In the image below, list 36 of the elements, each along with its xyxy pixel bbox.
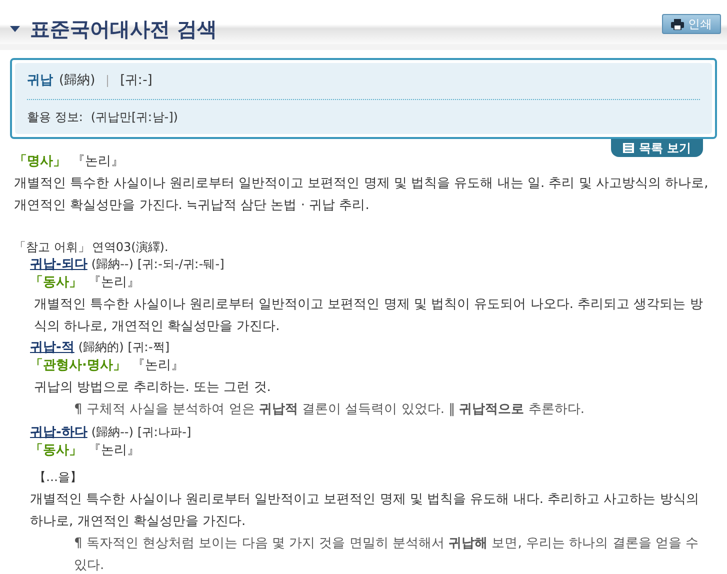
field-label: 『논리』 (132, 356, 184, 374)
hanja-text: (歸納--) (91, 424, 134, 440)
field-label: 『논리』 (88, 274, 140, 292)
example-text: ¶ 독자적인 현상처럼 보이는 다음 몇 가지 것을 면밀히 분석해서 귀납해 보면, 우리는 하나의 결론을 얻을 수 있다. (73, 534, 700, 574)
hanja-text: (歸納的) (78, 338, 124, 356)
hanja-text: (歸納) (59, 72, 96, 90)
field-label: 『논리』 (72, 152, 124, 170)
printer-icon (671, 18, 684, 30)
definition-text: 개별적인 특수한 사실이나 원리로부터 일반적이고 보편적인 명제 및 법칙을 유도해 내다. 추리하고 사고하는 방식의 하나로, 개연적인 확실성만을 가진다. (29, 490, 700, 530)
derivative-link[interactable]: 귀납-되다 (30, 256, 88, 274)
part-of-speech: 「명사」 (14, 152, 66, 170)
page-title: 표준국어대사전 검색 (30, 16, 217, 43)
conjugation-text: (귀납만[귀ː남-]) (90, 108, 178, 126)
conjugation-label: 활용 정보: (27, 108, 83, 126)
pronunciation-text: [귀ː나파-] (137, 424, 192, 440)
caret-icon (10, 26, 20, 32)
part-of-speech: 「관형사·명사」 (30, 356, 126, 374)
headword: 귀납 (27, 72, 53, 90)
pattern-text: 【…을】 (34, 470, 82, 484)
list-icon (622, 142, 634, 152)
reference-text: 연역03(演繹). (92, 238, 168, 254)
part-of-speech: 「동사」 (30, 442, 82, 460)
example-text: ¶ 구체적 사실을 분석하여 얻은 귀납적 결론이 설득력이 있었다. ‖ 귀납적으로 추론하다. (73, 400, 586, 418)
list-view-tab[interactable]: 목록 보기 (610, 138, 703, 156)
derivative-link[interactable]: 귀납-하다 (30, 424, 88, 442)
hanja-text: (歸納--) (91, 256, 134, 272)
reference-label: 「참고 어휘」 (14, 238, 90, 254)
pronunciation-text: [귀ː-쩍] (128, 338, 170, 356)
pronunciation-text: [귀ː-되-/귀ː-뒈-] (137, 256, 224, 272)
definition-text: 개별적인 특수한 사실이나 원리로부터 일반적이고 보편적인 명제 및 법칙을 유도해 내는 일. 추리 및 사고방식의 하나로, 개연적인 확실성만을 가진다. ≒귀납적 삼단 논법 · 귀납 추리. (14, 174, 710, 214)
definition-text: 귀납의 방법으로 추리하는. 또는 그런 것. (33, 378, 272, 396)
pronunciation-text: [귀ː-] (120, 72, 152, 90)
part-of-speech: 「동사」 (30, 274, 82, 292)
field-label: 『논리』 (88, 442, 140, 460)
derivative-link[interactable]: 귀납-적 (30, 338, 74, 356)
definition-text: 개별적인 특수한 사실이나 원리로부터 일반적이고 보편적인 명제 및 법칙이 유도되어 나오다. 추리되고 생각되는 방식의 하나로, 개연적인 확실성만을 가진다. (33, 296, 704, 336)
